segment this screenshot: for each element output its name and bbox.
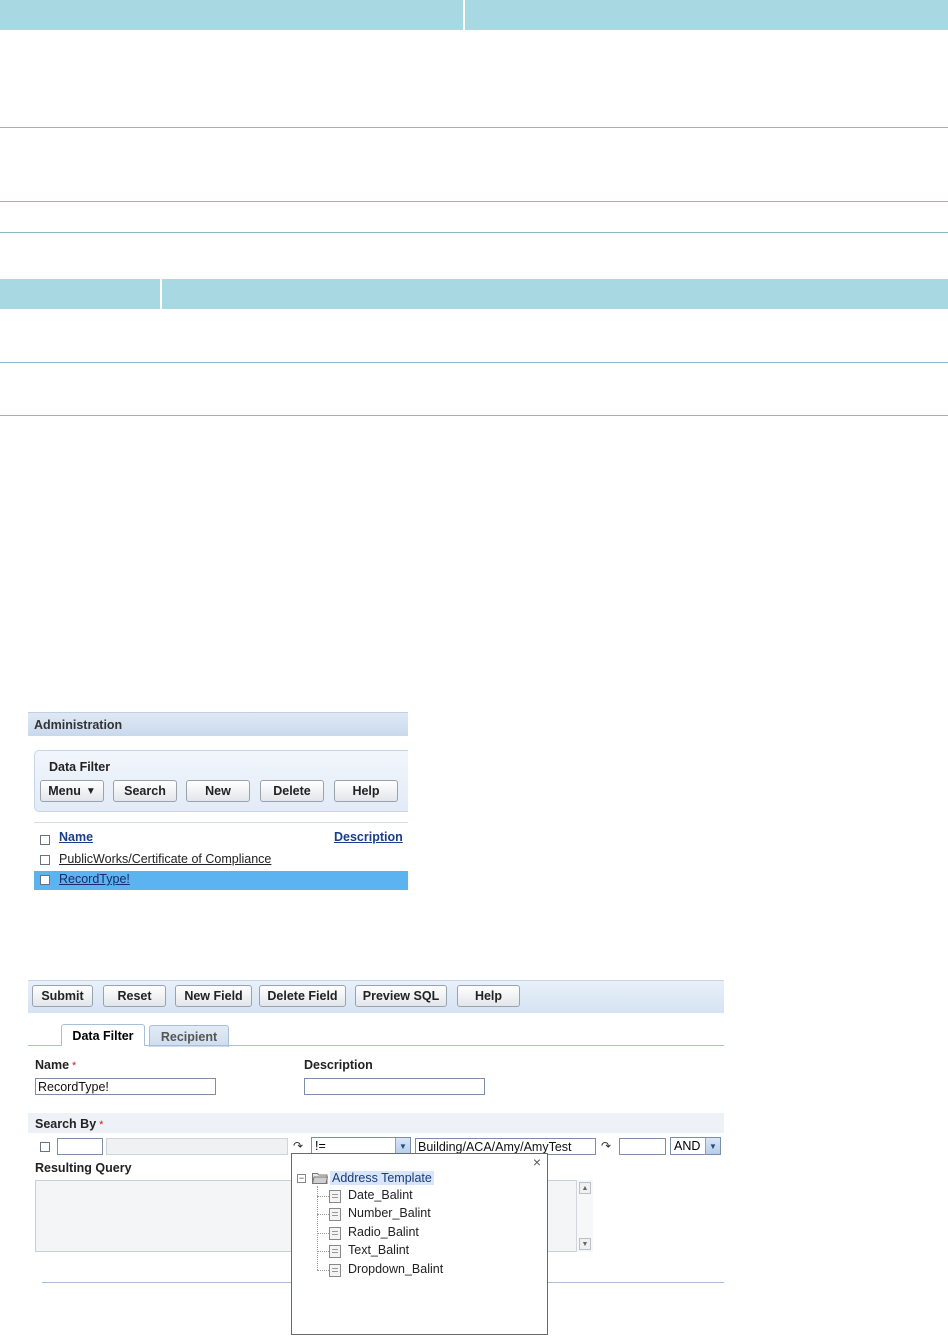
tree-item[interactable]: Dropdown_Balint	[317, 1262, 517, 1278]
tree-item[interactable]: Radio_Balint	[317, 1225, 517, 1241]
name-label: Name *	[35, 1058, 76, 1072]
data-filter-panel: Data Filter Menu ▼ Search New Delete Hel…	[34, 750, 408, 812]
operator-value: !=	[315, 1139, 326, 1153]
logic-value: AND	[674, 1139, 701, 1153]
name-field[interactable]: RecordType!	[35, 1078, 216, 1095]
tree-root-node[interactable]: Address Template	[330, 1171, 434, 1185]
new-button[interactable]: New	[186, 780, 250, 802]
description-field[interactable]	[304, 1078, 485, 1095]
right-paren-field[interactable]	[619, 1138, 666, 1155]
new-field-button[interactable]: New Field	[175, 985, 252, 1007]
filter-grid: Name Description PublicWorks/Certificate…	[34, 822, 408, 892]
menu-button-label: Menu	[48, 784, 81, 798]
panel-title: Data Filter	[49, 760, 111, 774]
administration-title: Administration	[34, 718, 123, 732]
menu-button[interactable]: Menu ▼	[40, 780, 104, 802]
resulting-query-label: Resulting Query	[35, 1161, 132, 1175]
tree-item[interactable]: Number_Balint	[317, 1206, 517, 1222]
field-name-input[interactable]	[106, 1138, 288, 1155]
name-label-text: Name	[35, 1058, 70, 1072]
field-picker-popup: × − Address Template Date_Balint Number_…	[291, 1153, 548, 1335]
field-picker-icon[interactable]: ↷	[291, 1139, 305, 1153]
preview-sql-button[interactable]: Preview SQL	[355, 985, 447, 1007]
field-icon	[329, 1227, 341, 1240]
scroll-up-icon[interactable]: ▲	[579, 1182, 591, 1194]
submit-button[interactable]: Submit	[32, 985, 93, 1007]
scroll-down-icon[interactable]: ▼	[579, 1238, 591, 1250]
search-by-band	[28, 1113, 724, 1133]
query-scrollbar[interactable]: ▲ ▼	[576, 1180, 593, 1252]
tree-connector	[317, 1214, 329, 1215]
table-header-row	[0, 279, 948, 309]
field-icon	[329, 1245, 341, 1258]
field-icon	[329, 1208, 341, 1221]
delete-field-button[interactable]: Delete Field	[259, 985, 346, 1007]
tree-item-label: Date_Balint	[348, 1188, 413, 1202]
tab-data-filter[interactable]: Data Filter	[61, 1024, 145, 1046]
chevron-down-icon: ▼	[395, 1138, 410, 1154]
search-by-label: Search By *	[35, 1117, 103, 1131]
collapse-icon[interactable]: −	[297, 1174, 306, 1183]
field-icon	[329, 1264, 341, 1277]
field-icon	[329, 1190, 341, 1203]
close-icon[interactable]: ×	[533, 1154, 541, 1170]
reset-button[interactable]: Reset	[103, 985, 166, 1007]
tree-connector	[317, 1270, 329, 1271]
criteria-checkbox[interactable]	[40, 1142, 50, 1152]
search-by-label-text: Search By	[35, 1117, 97, 1131]
tree-item-label: Text_Balint	[348, 1243, 410, 1257]
description-label: Description	[304, 1058, 373, 1072]
logic-select[interactable]: AND ▼	[670, 1137, 721, 1155]
tree-item-label: Number_Balint	[348, 1206, 431, 1220]
left-paren-field[interactable]	[57, 1138, 103, 1155]
row-divider	[0, 201, 948, 202]
search-button[interactable]: Search	[113, 780, 177, 802]
tree-item[interactable]: Text_Balint	[317, 1243, 517, 1259]
value-picker-icon[interactable]: ↷	[599, 1139, 613, 1153]
help-button[interactable]: Help	[334, 780, 398, 802]
table-row-selected[interactable]: RecordType!	[34, 871, 408, 890]
column-divider	[160, 279, 162, 309]
row-name-link[interactable]: PublicWorks/Certificate of Compliance	[59, 852, 271, 866]
required-mark: *	[99, 1119, 104, 1131]
tree-connector	[317, 1233, 329, 1234]
form-toolbar: Submit Reset New Field Delete Field Prev…	[28, 980, 724, 1013]
table-header-row	[0, 0, 948, 30]
tree-item-label: Dropdown_Balint	[348, 1262, 444, 1276]
description-column-header[interactable]: Description	[334, 830, 403, 844]
column-divider	[463, 0, 465, 30]
administration-header: Administration	[28, 712, 408, 736]
select-all-checkbox[interactable]	[40, 835, 50, 845]
delete-button[interactable]: Delete	[260, 780, 324, 802]
row-divider	[0, 127, 948, 128]
row-divider	[0, 415, 948, 416]
name-column-header[interactable]: Name	[59, 830, 93, 844]
row-checkbox[interactable]	[40, 855, 50, 865]
tree-item-label: Radio_Balint	[348, 1225, 419, 1239]
chevron-down-icon: ▼	[85, 785, 96, 797]
chevron-down-icon: ▼	[705, 1138, 720, 1154]
row-divider	[0, 362, 948, 363]
tree-connector	[317, 1196, 329, 1197]
tree-item[interactable]: Date_Balint	[317, 1188, 517, 1204]
folder-icon	[312, 1173, 328, 1184]
tab-recipient[interactable]: Recipient	[149, 1025, 229, 1047]
required-mark: *	[72, 1060, 77, 1072]
tree-connector	[317, 1251, 329, 1252]
admin-data-filter-list: Administration Data Filter Menu ▼ Search…	[28, 712, 408, 892]
table-row[interactable]: PublicWorks/Certificate of Compliance	[34, 851, 408, 870]
row-checkbox[interactable]	[40, 875, 50, 885]
row-divider	[0, 232, 948, 233]
help-button[interactable]: Help	[457, 985, 520, 1007]
row-name-link[interactable]: RecordType!	[59, 872, 130, 886]
